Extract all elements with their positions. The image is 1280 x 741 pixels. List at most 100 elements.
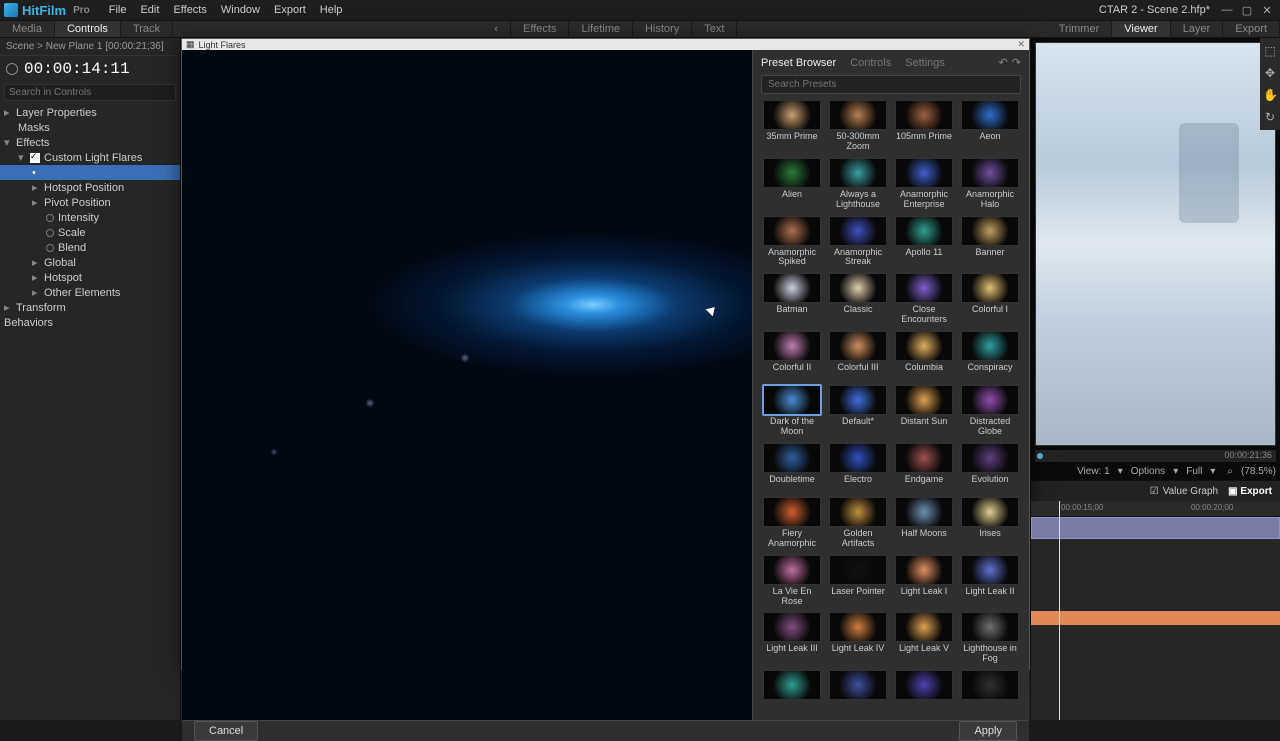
- menu-edit[interactable]: Edit: [140, 4, 159, 16]
- tab-preset-settings[interactable]: Settings: [905, 57, 945, 69]
- dialog-close-button[interactable]: ✕: [1017, 39, 1025, 50]
- preset-item[interactable]: Light Leak III: [761, 612, 823, 666]
- tab-track[interactable]: Track: [121, 21, 173, 37]
- tab-history[interactable]: History: [633, 21, 692, 37]
- preset-item[interactable]: Colorful I: [959, 273, 1021, 327]
- viewer-canvas[interactable]: [1035, 42, 1276, 446]
- time-ruler[interactable]: 00:00:15;00 00:00:20;00: [1031, 501, 1280, 517]
- tab-controls[interactable]: Controls: [55, 21, 121, 37]
- preset-item[interactable]: Light Leak V: [893, 612, 955, 666]
- preset-item[interactable]: Distracted Globe: [959, 385, 1021, 439]
- tree-hotspot-position[interactable]: ▸Hotspot Position: [0, 180, 180, 195]
- preset-item[interactable]: Dark of the Moon: [761, 385, 823, 439]
- tree-selected-flare[interactable]: •: [0, 165, 180, 180]
- flare-preview[interactable]: [182, 50, 752, 720]
- menu-export[interactable]: Export: [274, 4, 306, 16]
- tab-text[interactable]: Text: [692, 21, 737, 37]
- cancel-button[interactable]: Cancel: [194, 721, 258, 741]
- preset-item[interactable]: [761, 670, 823, 720]
- tree-hotspot[interactable]: ▸Hotspot: [0, 270, 180, 285]
- preset-item[interactable]: Close Encounters: [893, 273, 955, 327]
- redo-icon[interactable]: ↷: [1012, 56, 1021, 69]
- tree-blend[interactable]: Blend: [0, 240, 180, 255]
- preset-item[interactable]: Conspiracy: [959, 331, 1021, 381]
- tree-scale[interactable]: Scale: [0, 225, 180, 240]
- preset-item[interactable]: Electro: [827, 443, 889, 493]
- preset-item[interactable]: Anamorphic Halo: [959, 158, 1021, 212]
- preset-item[interactable]: Colorful III: [827, 331, 889, 381]
- preset-item[interactable]: Distant Sun: [893, 385, 955, 439]
- menu-effects[interactable]: Effects: [173, 4, 206, 16]
- viewer-scrubber[interactable]: 00:00:21;36: [1035, 450, 1276, 462]
- preset-item[interactable]: Half Moons: [893, 497, 955, 551]
- view-selector[interactable]: View: 1: [1077, 466, 1110, 477]
- tree-masks[interactable]: Masks: [0, 120, 180, 135]
- preset-item[interactable]: Anamorphic Enterprise: [893, 158, 955, 212]
- search-presets-input[interactable]: [761, 75, 1021, 94]
- full-menu[interactable]: Full: [1186, 466, 1202, 477]
- preset-item[interactable]: Light Leak II: [959, 555, 1021, 609]
- tree-pivot-position[interactable]: ▸Pivot Position: [0, 195, 180, 210]
- preset-grid[interactable]: 35mm Prime50-300mm Zoom105mm PrimeAeonAl…: [753, 100, 1029, 720]
- preset-item[interactable]: Anamorphic Streak: [827, 216, 889, 270]
- apply-button[interactable]: Apply: [959, 721, 1017, 741]
- menu-help[interactable]: Help: [320, 4, 343, 16]
- timeline-clip-audio[interactable]: [1031, 611, 1280, 625]
- current-timecode[interactable]: 00:00:14:11: [24, 60, 130, 78]
- export-button[interactable]: ▣ Export: [1228, 486, 1272, 497]
- keyframe-icon[interactable]: [46, 214, 54, 222]
- checkbox-icon[interactable]: [30, 153, 40, 163]
- preset-item[interactable]: Anamorphic Spiked: [761, 216, 823, 270]
- preset-item[interactable]: [959, 670, 1021, 720]
- zoom-icon[interactable]: ⌕: [1227, 466, 1233, 477]
- preset-item[interactable]: Columbia: [893, 331, 955, 381]
- tree-custom-light-flares[interactable]: ▾Custom Light Flares: [0, 150, 180, 165]
- preset-item[interactable]: Doubletime: [761, 443, 823, 493]
- tree-behaviors[interactable]: Behaviors: [0, 315, 180, 330]
- preset-item[interactable]: Aeon: [959, 100, 1021, 154]
- keyframe-icon[interactable]: [46, 244, 54, 252]
- tab-viewer[interactable]: Viewer: [1112, 21, 1170, 37]
- select-tool-icon[interactable]: ⬚: [1263, 44, 1277, 58]
- zoom-value[interactable]: (78.5%): [1241, 466, 1276, 477]
- tab-effects[interactable]: Effects: [511, 21, 569, 37]
- tab-preset-browser[interactable]: Preset Browser: [761, 57, 836, 69]
- preset-item[interactable]: [827, 670, 889, 720]
- move-tool-icon[interactable]: ✥: [1263, 66, 1277, 80]
- maximize-button[interactable]: ▢: [1238, 3, 1256, 17]
- preset-item[interactable]: Evolution: [959, 443, 1021, 493]
- preset-item[interactable]: 35mm Prime: [761, 100, 823, 154]
- preset-item[interactable]: Alien: [761, 158, 823, 212]
- tree-layer-properties[interactable]: ▸Layer Properties: [0, 105, 180, 120]
- preset-item[interactable]: Light Leak IV: [827, 612, 889, 666]
- preset-item[interactable]: Colorful II: [761, 331, 823, 381]
- nav-prev[interactable]: ‹: [482, 21, 511, 37]
- orbit-tool-icon[interactable]: ↻: [1263, 110, 1277, 124]
- preset-item[interactable]: 105mm Prime: [893, 100, 955, 154]
- preset-item[interactable]: Fiery Anamorphic: [761, 497, 823, 551]
- preset-item[interactable]: Laser Pointer: [827, 555, 889, 609]
- tab-layer[interactable]: Layer: [1171, 21, 1224, 37]
- timeline-clip-video[interactable]: [1031, 517, 1280, 539]
- options-menu[interactable]: Options: [1131, 466, 1165, 477]
- search-controls-input[interactable]: [4, 84, 176, 101]
- tree-intensity[interactable]: Intensity: [0, 210, 180, 225]
- keyframe-icon[interactable]: [46, 229, 54, 237]
- preset-item[interactable]: Light Leak I: [893, 555, 955, 609]
- menu-file[interactable]: File: [109, 4, 127, 16]
- tab-preset-controls[interactable]: Controls: [850, 57, 891, 69]
- timeline-playhead[interactable]: [1059, 501, 1060, 720]
- preset-item[interactable]: Irises: [959, 497, 1021, 551]
- preset-item[interactable]: Lighthouse in Fog: [959, 612, 1021, 666]
- playhead-dot[interactable]: [1037, 453, 1043, 459]
- preset-item[interactable]: La Vie En Rose: [761, 555, 823, 609]
- undo-icon[interactable]: ↶: [999, 56, 1008, 69]
- preset-item[interactable]: Classic: [827, 273, 889, 327]
- preset-item[interactable]: Banner: [959, 216, 1021, 270]
- preset-item[interactable]: Default*: [827, 385, 889, 439]
- tab-lifetime[interactable]: Lifetime: [569, 21, 633, 37]
- preset-item[interactable]: Always a Lighthouse: [827, 158, 889, 212]
- tree-effects[interactable]: ▾Effects: [0, 135, 180, 150]
- minimize-button[interactable]: —: [1218, 3, 1236, 17]
- tree-transform[interactable]: ▸Transform: [0, 300, 180, 315]
